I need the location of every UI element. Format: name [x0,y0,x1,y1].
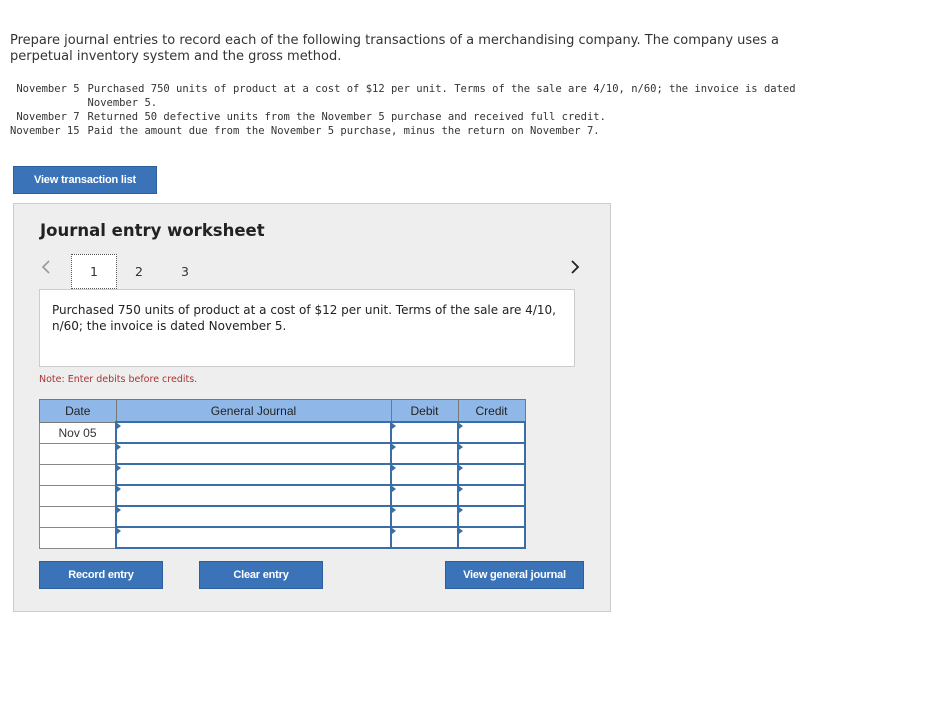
transaction-row: November 7 Returned 50 defective units f… [10,110,813,124]
credit-input[interactable] [457,463,526,486]
transaction-text: Returned 50 defective units from the Nov… [87,111,606,123]
debit-input[interactable] [390,463,459,486]
tab-2[interactable]: 2 [123,254,155,289]
debit-header: Debit [390,399,459,423]
debit-credit-note: Note: Enter debits before credits. [39,374,198,385]
account-input[interactable] [115,484,392,507]
journal-header-row: Date General Journal Debit Credit [39,399,526,423]
table-row [39,505,526,528]
transaction-text: Purchased 750 units of product at a cost… [87,83,796,109]
debit-input[interactable] [390,442,459,465]
account-input[interactable] [115,463,392,486]
account-input[interactable] [115,442,392,465]
table-row [39,463,526,486]
credit-input[interactable] [457,526,526,549]
debit-input[interactable] [390,421,459,444]
transaction-date: November 5 [16,83,80,95]
debit-input[interactable] [390,505,459,528]
account-input[interactable] [115,421,392,444]
general-journal-header: General Journal [115,399,392,423]
credit-header: Credit [457,399,526,423]
transaction-row: November 5 Purchased 750 units of produc… [10,82,813,110]
journal-table: Date General Journal Debit Credit Nov 05 [39,399,526,549]
table-row [39,484,526,507]
table-row [39,526,526,549]
tab-1[interactable]: 1 [71,254,117,289]
table-row: Nov 05 [39,421,526,444]
transaction-text: Paid the amount due from the November 5 … [87,125,600,137]
transaction-row: November 15 Paid the amount due from the… [10,124,813,138]
date-header: Date [39,399,117,423]
instructions-text: Prepare journal entries to record each o… [10,33,780,64]
credit-input[interactable] [457,505,526,528]
transaction-date: November 15 [10,125,80,137]
credit-input[interactable] [457,442,526,465]
credit-input[interactable] [457,484,526,507]
view-transaction-list-button[interactable]: View transaction list [13,166,157,194]
record-entry-button[interactable]: Record entry [39,561,163,589]
worksheet-title: Journal entry worksheet [40,221,265,240]
date-cell [39,526,117,549]
date-cell [39,463,117,486]
transactions-list: November 5 Purchased 750 units of produc… [10,82,813,138]
debit-input[interactable] [390,484,459,507]
previous-icon[interactable] [39,256,53,278]
account-input[interactable] [115,526,392,549]
next-icon[interactable] [568,256,582,278]
account-input[interactable] [115,505,392,528]
clear-entry-button[interactable]: Clear entry [199,561,323,589]
date-cell [39,484,117,507]
date-cell: Nov 05 [39,421,117,444]
credit-input[interactable] [457,421,526,444]
debit-input[interactable] [390,526,459,549]
table-row [39,442,526,465]
journal-entry-worksheet: Journal entry worksheet 1 2 3 Purchased … [13,203,611,612]
view-general-journal-button[interactable]: View general journal [445,561,584,589]
transaction-description: Purchased 750 units of product at a cost… [39,289,575,367]
date-cell [39,442,117,465]
transaction-date: November 7 [16,111,80,123]
tab-3[interactable]: 3 [169,254,201,289]
date-cell [39,505,117,528]
